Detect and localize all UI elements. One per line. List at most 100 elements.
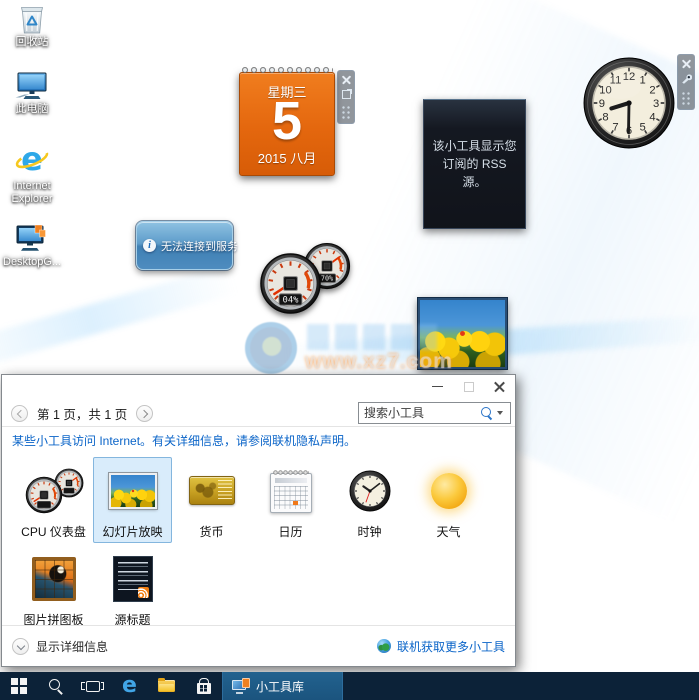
svg-text:8: 8 [602,112,608,124]
show-details-toggle[interactable]: 显示详细信息 [12,638,108,655]
edge-icon [122,676,137,697]
gallery-footer: 显示详细信息 联机获取更多小工具 [2,626,515,666]
next-page-button[interactable] [136,405,153,422]
divider [2,426,515,427]
svg-text:2: 2 [649,84,655,96]
svg-text:9: 9 [599,98,605,110]
clock-icon [349,470,391,512]
search-icon [48,679,63,694]
calendar-icon [270,473,312,513]
cpu-meter-gadget[interactable]: 70% 04% [259,242,371,318]
previous-page-button[interactable] [11,405,28,422]
windows-logo-icon [11,678,27,694]
svg-text:4: 4 [649,112,655,124]
slideshow-gadget[interactable] [418,298,507,369]
svg-text:e: e [21,142,43,178]
start-button[interactable] [0,672,37,700]
gadget-label: 天气 [436,523,460,539]
edge-button[interactable] [111,672,148,700]
gadget-label: 幻灯片放映 [102,523,162,539]
chevron-down-icon[interactable] [497,411,503,415]
rss-gadget-message: 该小工具显示您订阅的 RSS 源。 [432,137,517,191]
info-icon: i [143,239,156,252]
desktop-icon-label: 此电脑 [3,103,61,116]
store-button[interactable] [185,672,222,700]
desktop-icon-label: 回收站 [3,36,61,49]
minimize-icon[interactable] [430,379,445,394]
clock-gadget[interactable]: 12 1 2 3 4 5 6 7 8 9 10 11 [582,56,676,155]
gallery-item-currency[interactable]: 货币 [172,457,251,543]
options-wrench-icon[interactable] [681,74,692,85]
calendar-month-year: 2015 八月 [239,148,335,167]
svg-text:7: 7 [612,121,618,133]
currency-card-icon [189,476,235,505]
desktop-icon-this-pc[interactable]: 此电脑 [3,71,61,116]
gadget-label: 货币 [199,523,223,539]
feed-headlines-icon [113,556,153,602]
calendar-spiral-binding [241,66,333,75]
drag-handle-icon[interactable] [341,105,351,119]
clock-gadget-controls [677,54,695,110]
gadget-label: 时钟 [357,523,381,539]
cpu-gauges-icon [25,468,83,514]
close-icon[interactable] [682,59,691,68]
task-view-button[interactable] [74,672,111,700]
gallery-item-calendar[interactable]: 日历 [251,457,330,543]
error-message: 无法连接到服务 [161,238,238,254]
task-view-icon [86,681,100,692]
wallpaper-beam [0,264,238,376]
analog-clock: 12 1 2 3 4 5 6 7 8 9 10 11 [582,56,676,150]
larger-size-icon[interactable] [342,90,351,99]
desktop: 回收站 此电脑 e Internet Explorer [0,0,699,700]
calendar-gadget[interactable]: 星期三 5 2015 八月 [239,66,335,176]
currency-gadget-error[interactable]: i 无法连接到服务 [136,221,233,270]
gallery-item-picture-puzzle[interactable]: 图片拼图板 [14,545,93,631]
store-bag-icon [197,683,211,694]
svg-text:04%: 04% [283,296,300,306]
drag-handle-icon[interactable] [681,91,691,105]
gadget-search-box [358,402,511,424]
close-icon[interactable] [342,75,351,84]
gallery-item-clock[interactable]: 时钟 [330,457,409,543]
gallery-item-cpu-meter[interactable]: CPU 仪表盘 [14,457,93,543]
watermark-logo [245,322,297,374]
desktop-icon-label: DesktopG... [3,256,61,269]
svg-text:70%: 70% [321,275,333,283]
close-icon[interactable] [492,379,507,394]
get-more-gadgets-label: 联机获取更多小工具 [397,638,505,655]
minute-hand [628,103,629,133]
maximize-icon [461,379,476,394]
gadget-label: CPU 仪表盘 [21,523,86,539]
file-explorer-button[interactable] [148,672,185,700]
svg-text:3: 3 [653,98,659,110]
internet-explorer-icon: e [3,142,61,179]
gallery-item-slideshow[interactable]: 幻灯片放映 [93,457,172,543]
active-app-label: 小工具库 [256,678,304,695]
puzzle-icon [32,557,76,601]
globe-icon [377,639,391,653]
search-icon[interactable] [480,407,493,420]
calendar-gadget-controls [337,70,355,124]
taskbar-active-app[interactable]: 小工具库 [222,672,343,700]
slideshow-icon [109,473,157,509]
cpu-gauge: 04% [259,252,322,315]
page-indicator: 第 1 页，共 1 页 [37,404,127,423]
desktop-icon-desktop-gadgets[interactable]: DesktopG... [3,223,61,269]
page-navigation: 第 1 页，共 1 页 [11,404,153,423]
window-controls [430,379,507,394]
gallery-item-feed-headlines[interactable]: 源标题 [93,545,172,631]
desktop-icon-label: Internet Explorer [3,180,61,206]
desktop-icon-recycle-bin[interactable]: 回收站 [3,2,61,49]
folder-icon [158,680,175,692]
calendar-day-number: 5 [239,92,335,150]
recycle-bin-icon [3,2,61,35]
get-more-gadgets-link[interactable]: 联机获取更多小工具 [377,638,505,655]
rss-feed-gadget[interactable]: 该小工具显示您订阅的 RSS 源。 [423,99,526,229]
desktop-icon-internet-explorer[interactable]: e Internet Explorer [3,142,61,206]
gadget-gallery-window: 第 1 页，共 1 页 某些小工具访问 Internet。有关详细信息，请参阅联… [1,374,516,667]
gadget-grid: CPU 仪表盘 幻灯片放映 货币 日历 [14,457,506,631]
desktop-gadgets-icon [3,223,61,255]
gallery-item-weather[interactable]: 天气 [409,457,488,543]
search-input[interactable] [359,406,480,420]
taskbar-search-button[interactable] [37,672,74,700]
